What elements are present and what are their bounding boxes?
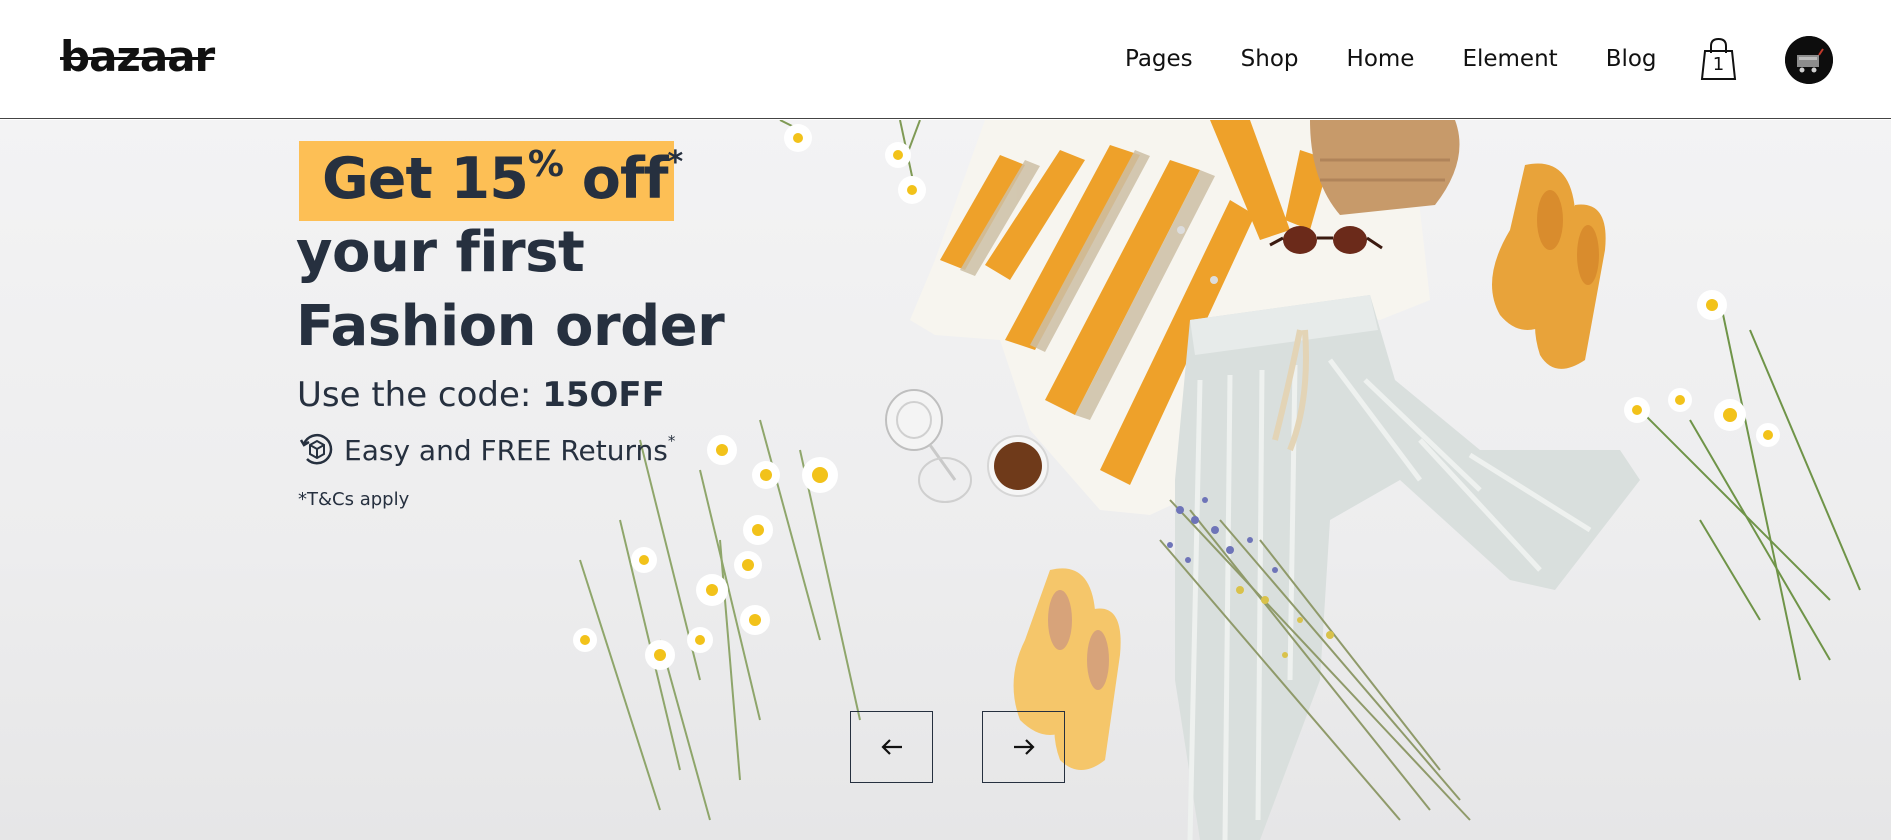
daisy-cluster-left [573, 435, 838, 670]
main-nav: Pages Shop Home Element Blog [1125, 46, 1657, 72]
badge-off: off [562, 146, 669, 212]
nav-item-blog[interactable]: Blog [1606, 46, 1657, 72]
prev-slide-button[interactable] [850, 711, 933, 783]
daisy-cluster-right [1624, 290, 1780, 447]
headline-line-2: Fashion order [296, 294, 725, 359]
avatar-image [1785, 36, 1833, 84]
cart-count: 1 [1712, 54, 1725, 75]
promo-code-line: Use the code: 15OFF [297, 375, 665, 415]
promo-badge-text: Get 15% off* [322, 144, 684, 212]
nav-item-shop[interactable]: Shop [1241, 46, 1299, 72]
nav-item-pages[interactable]: Pages [1125, 46, 1193, 72]
badge-amount: Get 15 [322, 146, 529, 212]
returns-text-wrap: Easy and FREE Returns* [344, 432, 675, 467]
returns-box-icon [299, 434, 333, 465]
returns-info: Easy and FREE Returns* [298, 430, 675, 468]
coffee-cup [987, 435, 1049, 497]
brand-logo[interactable]: bazaar [60, 32, 215, 81]
wine-glass [885, 389, 972, 503]
code-label: Use the code: [297, 375, 543, 415]
site-header: bazaar Pages Shop Home Element Blog 1 [0, 0, 1891, 119]
badge-percent: % [527, 144, 564, 185]
arrow-right-icon [1013, 739, 1035, 755]
promo-code: 15OFF [542, 375, 665, 415]
hero-banner: Get 15% off* your first Fashion order Us… [0, 120, 1891, 840]
arrow-left-icon [880, 739, 902, 755]
user-avatar[interactable] [1785, 36, 1833, 84]
badge-asterisk: * [667, 145, 684, 180]
nav-item-home[interactable]: Home [1347, 46, 1415, 72]
orange-shoes-top [1492, 163, 1606, 369]
striped-pants [1175, 295, 1640, 840]
returns-asterisk: * [667, 431, 676, 450]
hero-product-image [573, 120, 1861, 840]
next-slide-button[interactable] [982, 711, 1065, 783]
returns-text: Easy and FREE Returns [344, 433, 668, 467]
cart-button[interactable]: 1 [1700, 37, 1737, 81]
headline-line-1: your first [296, 220, 585, 285]
nav-item-element[interactable]: Element [1462, 46, 1557, 72]
terms-note: *T&Cs apply [298, 489, 410, 510]
